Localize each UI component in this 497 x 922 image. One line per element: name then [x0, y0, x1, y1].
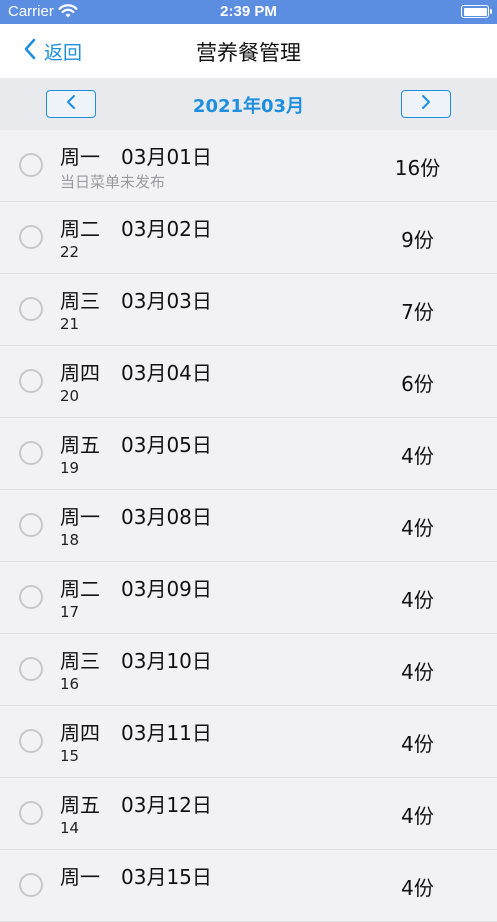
select-radio[interactable]	[19, 729, 43, 753]
portion-count: 4份	[401, 660, 434, 684]
list-item[interactable]: 周一 03月01日 当日菜单未发布 16份	[0, 130, 497, 202]
portion-count: 7份	[401, 300, 434, 324]
weekday-label: 周四	[60, 361, 100, 385]
portion-count: 4份	[401, 588, 434, 612]
battery-icon	[461, 5, 492, 18]
date-label: 03月09日	[121, 577, 212, 601]
portion-count: 4份	[401, 516, 434, 540]
date-label: 03月05日	[121, 433, 212, 457]
weekday-label: 周五	[60, 793, 100, 817]
chevron-right-icon	[421, 94, 431, 114]
sub-number: 18	[60, 531, 80, 549]
day-list: 周一 03月01日 当日菜单未发布 16份 周二 03月02日 22 9份 周三…	[0, 130, 497, 922]
date-label: 03月12日	[121, 793, 212, 817]
list-item[interactable]: 周四 03月11日 15 4份	[0, 706, 497, 778]
list-item[interactable]: 周四 03月04日 20 6份	[0, 346, 497, 418]
weekday-label: 周一	[60, 505, 100, 529]
sub-number: 19	[60, 459, 80, 477]
sub-number: 14	[60, 819, 80, 837]
next-month-button[interactable]	[401, 90, 451, 118]
status-time: 2:39 PM	[220, 3, 277, 20]
date-label: 03月10日	[121, 649, 212, 673]
weekday-label: 周三	[60, 289, 100, 313]
weekday-label: 周一	[60, 145, 100, 169]
date-label: 03月01日	[121, 145, 212, 169]
list-item[interactable]: 周二 03月09日 17 4份	[0, 562, 497, 634]
sub-number: 20	[60, 387, 80, 405]
navigation-bar: 返回 营养餐管理	[0, 24, 497, 78]
select-radio[interactable]	[19, 297, 43, 321]
sub-number: 16	[60, 675, 80, 693]
weekday-label: 周一	[60, 865, 100, 889]
weekday-label: 周五	[60, 433, 100, 457]
portion-count: 4份	[401, 732, 434, 756]
portion-count: 16份	[394, 156, 441, 180]
weekday-label: 周二	[60, 217, 100, 241]
list-item[interactable]: 周一 03月15日 4份	[0, 850, 497, 922]
portion-count: 4份	[401, 804, 434, 828]
status-bar: Carrier 2:39 PM	[0, 0, 497, 24]
month-selector: 2021年03月	[0, 78, 497, 130]
portion-count: 4份	[401, 444, 434, 468]
select-radio[interactable]	[19, 153, 43, 177]
select-radio[interactable]	[19, 369, 43, 393]
date-label: 03月02日	[121, 217, 212, 241]
page-title: 营养餐管理	[196, 41, 301, 65]
select-radio[interactable]	[19, 225, 43, 249]
date-label: 03月08日	[121, 505, 212, 529]
portion-count: 4份	[401, 876, 434, 900]
sub-number: 21	[60, 315, 80, 333]
portion-count: 9份	[401, 228, 434, 252]
select-radio[interactable]	[19, 513, 43, 537]
select-radio[interactable]	[19, 657, 43, 681]
select-radio[interactable]	[19, 441, 43, 465]
date-label: 03月03日	[121, 289, 212, 313]
list-item[interactable]: 周一 03月08日 18 4份	[0, 490, 497, 562]
select-radio[interactable]	[19, 585, 43, 609]
list-item[interactable]: 周二 03月02日 22 9份	[0, 202, 497, 274]
portion-count: 6份	[401, 372, 434, 396]
weekday-label: 周三	[60, 649, 100, 673]
sub-number: 22	[60, 243, 80, 261]
date-label: 03月11日	[121, 721, 212, 745]
select-radio[interactable]	[19, 801, 43, 825]
sub-number: 15	[60, 747, 80, 765]
date-label: 03月15日	[121, 865, 212, 889]
sub-number: 17	[60, 603, 80, 621]
list-item[interactable]: 周五 03月05日 19 4份	[0, 418, 497, 490]
menu-status-label: 当日菜单未发布	[60, 173, 166, 191]
weekday-label: 周四	[60, 721, 100, 745]
list-item[interactable]: 周三 03月03日 21 7份	[0, 274, 497, 346]
weekday-label: 周二	[60, 577, 100, 601]
select-radio[interactable]	[19, 873, 43, 897]
date-label: 03月04日	[121, 361, 212, 385]
list-item[interactable]: 周三 03月10日 16 4份	[0, 634, 497, 706]
list-item[interactable]: 周五 03月12日 14 4份	[0, 778, 497, 850]
